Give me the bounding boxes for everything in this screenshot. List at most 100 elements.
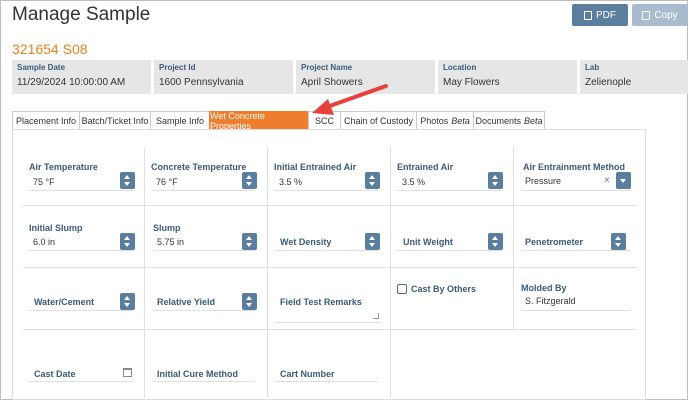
initial-slump-stepper[interactable] (120, 233, 135, 250)
row-divider (23, 205, 637, 206)
water-cement-input[interactable]: Water/Cement (34, 297, 94, 307)
field-label: Molded By (521, 283, 567, 293)
tab-label: Sample Info (155, 116, 205, 126)
beta-badge: Beta (524, 116, 543, 126)
penetrometer-stepper[interactable] (611, 233, 626, 250)
slump-stepper[interactable] (242, 233, 257, 250)
copy-button[interactable]: Copy (632, 4, 688, 26)
field-test-remarks-textarea[interactable]: Field Test Remarks (280, 297, 362, 307)
initial-slump-input[interactable]: 6.0 in (33, 237, 55, 247)
tab-label: Wet Concrete Properties (210, 111, 265, 131)
info-value: 1600 Pennsylvania (159, 77, 244, 88)
tab-label: Placement Info (15, 116, 77, 126)
slump-input[interactable]: 5.75 in (157, 237, 184, 247)
field-label: Entrained Air (397, 162, 454, 172)
air-temperature-stepper[interactable] (120, 172, 135, 189)
input-underline (274, 190, 378, 191)
tab-photos[interactable]: Photos Beta (416, 111, 474, 130)
wet-density-stepper[interactable] (365, 233, 380, 250)
concrete-temperature-input[interactable]: 76 °F (156, 177, 178, 187)
tab-placement-info[interactable]: Placement Info (12, 111, 80, 130)
info-label: Lab (585, 63, 600, 72)
molded-by-input[interactable]: S. Fitzgerald (525, 296, 576, 306)
relative-yield-input[interactable]: Relative Yield (157, 297, 215, 307)
column-divider (267, 147, 268, 398)
beta-badge: Beta (451, 116, 470, 126)
field-label: Air Entrainment Method (523, 162, 626, 172)
wet-concrete-panel: Air Temperature 75 °F Concrete Temperatu… (12, 129, 646, 400)
tab-batch-ticket-info[interactable]: Batch/Ticket Info (79, 111, 151, 130)
tab-label: Batch/Ticket Info (81, 116, 149, 126)
info-label: Project Name (301, 63, 353, 72)
unit-weight-stepper[interactable] (488, 233, 503, 250)
input-underline (153, 250, 255, 251)
pdf-button-label: PDF (596, 9, 616, 21)
air-entrainment-method-select[interactable]: Pressure (525, 176, 561, 186)
checkbox-label: Cast By Others (411, 284, 477, 294)
info-location: Location May Flowers (438, 60, 577, 94)
sample-id: 321654 S08 (12, 41, 88, 57)
document-icon (584, 10, 592, 20)
chevron-down-icon[interactable] (616, 172, 631, 189)
column-divider (390, 147, 391, 398)
column-divider (513, 147, 514, 329)
resize-grip-icon[interactable] (373, 313, 379, 319)
info-label: Location (443, 63, 477, 72)
pdf-button[interactable]: PDF (572, 4, 628, 26)
entrained-air-input[interactable]: 3.5 % (402, 177, 425, 187)
cart-number-input[interactable]: Cart Number (280, 369, 335, 379)
field-label: Air Temperature (29, 162, 98, 172)
clear-icon[interactable]: × (604, 175, 610, 186)
input-underline (521, 190, 631, 191)
tab-label: Documents (475, 116, 521, 126)
wet-density-input[interactable]: Wet Density (280, 237, 331, 247)
input-underline (274, 250, 378, 251)
copy-button-label: Copy (654, 9, 678, 21)
input-underline (29, 250, 133, 251)
cast-by-others-checkbox[interactable] (397, 284, 407, 294)
initial-entrained-air-stepper[interactable] (365, 172, 380, 189)
tab-documents[interactable]: Documents Beta (473, 111, 545, 130)
unit-weight-input[interactable]: Unit Weight (403, 237, 453, 247)
entrained-air-stepper[interactable] (488, 172, 503, 189)
cast-date-input[interactable]: Cast Date (34, 369, 76, 379)
initial-entrained-air-input[interactable]: 3.5 % (279, 177, 302, 187)
field-label: Initial Slump (29, 223, 83, 233)
input-underline (274, 381, 378, 382)
row-divider (23, 329, 637, 330)
tab-bar: Placement Info Batch/Ticket Info Sample … (12, 111, 545, 131)
annotation-arrow (312, 84, 388, 115)
field-label: Slump (153, 223, 181, 233)
input-underline (153, 381, 255, 382)
input-underline (521, 310, 631, 311)
page-title: Manage Sample (12, 4, 151, 25)
relative-yield-stepper[interactable] (242, 293, 257, 310)
info-value: 11/29/2024 10:00:00 AM (17, 77, 126, 88)
copy-icon (642, 10, 651, 20)
input-underline (29, 190, 133, 191)
row-divider (23, 267, 637, 268)
info-value: Zelienople (585, 77, 632, 88)
tab-sample-info[interactable]: Sample Info (150, 111, 210, 130)
info-project-id: Project Id 1600 Pennsylvania (154, 60, 293, 94)
calendar-icon[interactable] (123, 368, 132, 377)
air-temperature-input[interactable]: 75 °F (33, 177, 55, 187)
input-underline (274, 322, 382, 323)
info-sample-date: Sample Date 11/29/2024 10:00:00 AM (12, 60, 151, 94)
info-label: Project Id (159, 63, 196, 72)
info-value: May Flowers (443, 77, 500, 88)
input-underline (397, 250, 501, 251)
input-underline (29, 381, 133, 382)
input-underline (397, 190, 501, 191)
field-label: Initial Entrained Air (274, 162, 357, 172)
input-underline (521, 250, 631, 251)
tab-wet-concrete-properties[interactable]: Wet Concrete Properties (209, 111, 309, 131)
penetrometer-input[interactable]: Penetrometer (525, 237, 583, 247)
water-cement-stepper[interactable] (120, 293, 135, 310)
tab-label: Photos (420, 116, 449, 126)
info-lab: Lab Zelienople (580, 60, 688, 94)
column-divider (144, 147, 145, 398)
concrete-temperature-stepper[interactable] (242, 172, 257, 189)
initial-cure-method-input[interactable]: Initial Cure Method (157, 369, 238, 379)
input-underline (29, 310, 133, 311)
